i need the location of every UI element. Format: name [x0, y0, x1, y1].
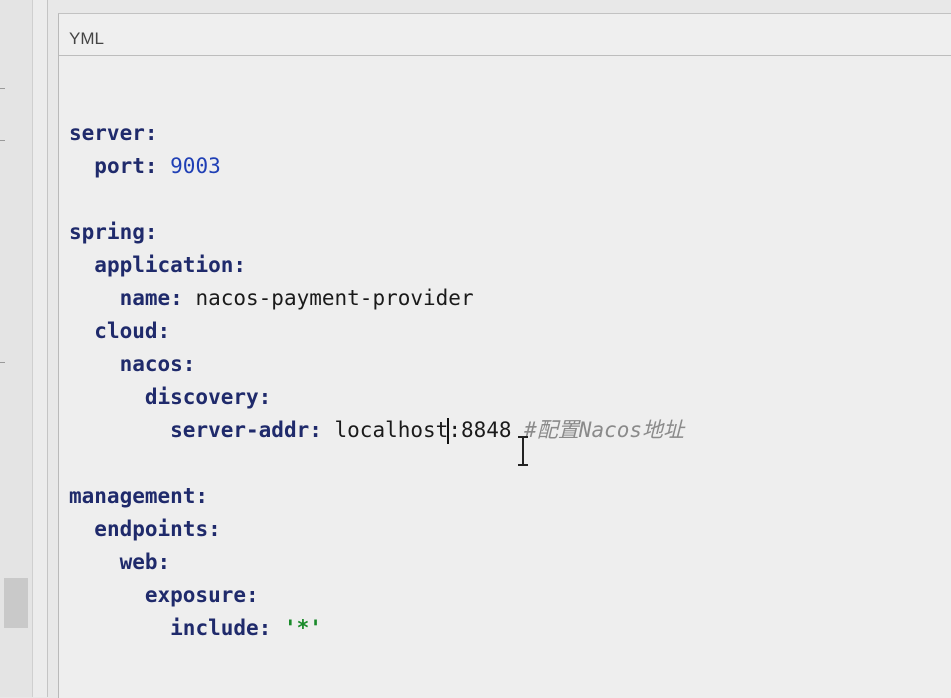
yaml-value: 9003: [157, 154, 221, 178]
yaml-key: application:: [94, 253, 247, 277]
gutter-tick: [0, 140, 5, 141]
code-line: name: nacos-payment-provider: [69, 282, 684, 315]
code-line: include: '*': [69, 612, 684, 645]
code-line: spring:: [69, 216, 684, 249]
code-line: discovery:: [69, 381, 684, 414]
left-gutter: [0, 0, 33, 697]
yaml-key: spring:: [69, 220, 158, 244]
code-line: server:: [69, 117, 684, 150]
yaml-comment: #配置Nacos地址: [524, 418, 685, 442]
panel-header: YML: [59, 14, 951, 56]
yaml-value: :8848: [448, 418, 525, 442]
splitter-bar[interactable]: [33, 0, 48, 697]
yaml-key: exposure:: [144, 583, 259, 607]
yaml-key: server-addr:: [170, 418, 322, 442]
vertical-scrollbar-thumb[interactable]: [4, 578, 28, 628]
yaml-key: cloud:: [94, 319, 171, 343]
yaml-key: name:: [119, 286, 183, 310]
code-line: server-addr: localhost:8848 #配置Nacos地址: [69, 414, 684, 447]
yaml-editor-panel: YML server: port: 9003 spring: applicati…: [58, 13, 951, 698]
yaml-key: discovery:: [144, 385, 272, 409]
yaml-key: nacos:: [119, 352, 196, 376]
code-line: endpoints:: [69, 513, 684, 546]
yaml-value: nacos-payment-provider: [182, 286, 474, 310]
code-line: exposure:: [69, 579, 684, 612]
code-line: application:: [69, 249, 684, 282]
yaml-value: '*': [271, 616, 322, 640]
code-line: web:: [69, 546, 684, 579]
yaml-key: port:: [94, 154, 158, 178]
text-ibeam-cursor-icon: [518, 436, 528, 466]
panel-title: YML: [69, 29, 104, 48]
code-line: nacos:: [69, 348, 684, 381]
code-editor[interactable]: server: port: 9003 spring: application: …: [69, 117, 684, 645]
code-line: management:: [69, 480, 684, 513]
yaml-key: include:: [170, 616, 272, 640]
code-line: cloud:: [69, 315, 684, 348]
yaml-key: management:: [69, 484, 209, 508]
yaml-key: server:: [69, 121, 158, 145]
code-line: port: 9003: [69, 150, 684, 183]
gutter-tick: [0, 88, 5, 89]
gutter-tick: [0, 362, 5, 363]
yaml-key: web:: [119, 550, 171, 574]
yaml-key: endpoints:: [94, 517, 221, 541]
yaml-value: localhost: [321, 418, 449, 442]
